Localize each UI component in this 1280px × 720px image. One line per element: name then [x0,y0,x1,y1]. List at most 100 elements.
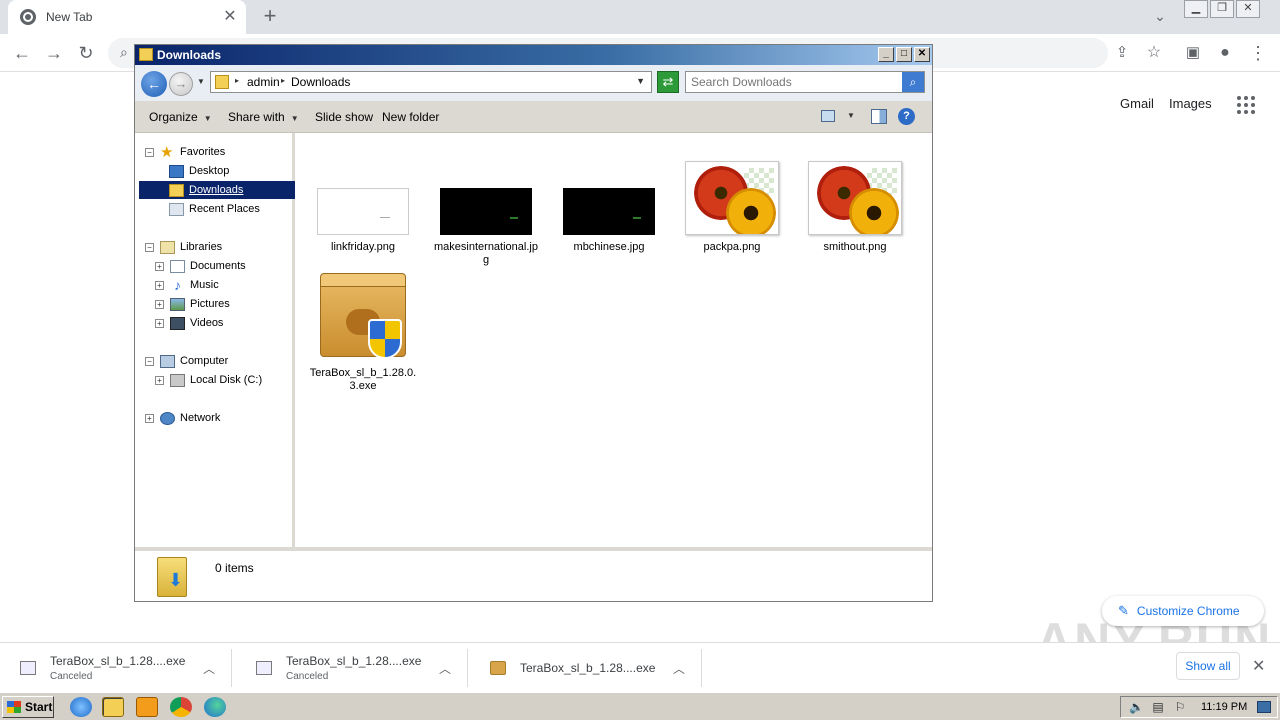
tree-label: Network [180,412,221,424]
clock[interactable]: 11:19 PM [1201,701,1247,713]
menu-kebab-icon[interactable]: ⋮ [1246,42,1270,64]
terabox-icon [490,661,506,675]
explorer-title-bar[interactable]: Downloads _ □ ✕ [135,45,932,65]
tree-item-music[interactable]: + ♪ Music [155,276,219,294]
view-dropdown-icon[interactable]: ▼ [847,111,855,120]
file-item[interactable]: packpa.png [677,161,787,254]
recent-locations-dropdown-icon[interactable]: ▼ [197,77,205,86]
file-item[interactable]: makesinternational.jpg [431,188,541,267]
windows-explorer-icon[interactable] [102,697,124,717]
downloads-folder-icon [157,557,187,597]
show-all-button[interactable]: Show all [1176,652,1240,680]
file-item[interactable]: TeraBox_sl_b_1.28.0.3.exe [308,273,418,393]
chevron-up-icon[interactable]: ︿ [435,660,455,677]
windows-taskbar: Start 🔈 ▤ ⚐ 11:19 PM [0,692,1280,720]
new-tab-button[interactable]: + [258,5,282,29]
explorer-minimize-button[interactable]: _ [878,47,894,62]
tree-item-network[interactable]: + Network [145,409,220,427]
back-button[interactable]: ← [141,71,167,97]
forward-button[interactable]: → [169,72,193,96]
tree-item-pictures[interactable]: + Pictures [155,295,230,313]
share-with-label: Share with [228,110,285,124]
minimize-button[interactable]: ▁ [1184,0,1208,18]
tab-search-chevron-icon[interactable]: ⌄ [1150,8,1170,26]
volume-icon[interactable]: 🔈 [1129,700,1144,714]
reload-icon[interactable]: ↻ [74,42,98,64]
explorer-close-button[interactable]: ✕ [914,47,930,62]
breadcrumb-admin[interactable]: admin [247,75,280,89]
file-item[interactable]: linkfriday.png [308,188,418,254]
bookmark-star-icon[interactable]: ☆ [1142,42,1166,64]
tree-item-documents[interactable]: + Documents [155,257,246,275]
explorer-address-bar[interactable]: ▸ admin ▸ Downloads ▼ [210,71,652,93]
tab-new-tab[interactable]: New Tab ✕ [8,0,246,34]
refresh-icon[interactable]: ⇄ [657,71,679,93]
tree-item-libraries[interactable]: − Libraries [145,238,222,256]
edge-icon[interactable] [204,697,226,717]
download-item[interactable]: TeraBox_sl_b_1.28....exe Canceled ︿ [236,649,468,687]
expand-icon[interactable]: + [155,280,164,290]
download-item[interactable]: TeraBox_sl_b_1.28....exe ︿ [470,649,702,687]
preview-pane-icon[interactable] [871,109,887,124]
chevron-up-icon[interactable]: ︿ [199,660,219,677]
collapse-icon[interactable]: − [145,147,154,157]
restore-button[interactable]: ❐ [1210,0,1234,18]
customize-chrome-button[interactable]: ✎ Customize Chrome [1102,596,1264,626]
share-with-menu[interactable]: Share with ▼ [228,110,299,124]
expand-icon[interactable]: + [155,375,164,385]
search-downloads-input[interactable] [686,72,896,92]
explorer-nav-bar: ← → ▼ ▸ admin ▸ Downloads ▼ ⇄ ⌕ [135,65,932,101]
action-center-flag-icon[interactable]: ⚐ [1173,700,1187,714]
side-panel-icon[interactable]: ▣ [1181,42,1205,64]
expand-icon[interactable]: + [155,318,164,328]
forward-arrow-icon[interactable]: → [42,42,66,64]
internet-explorer-icon[interactable] [70,697,92,717]
expand-icon[interactable]: + [155,261,164,271]
organize-menu[interactable]: Organize ▼ [149,110,212,124]
share-icon[interactable]: ⇪ [1110,42,1134,64]
tree-item-favorites[interactable]: − ★ Favorites [145,143,225,161]
chrome-icon[interactable] [170,697,192,717]
dropdown-arrow-icon: ▼ [290,114,299,123]
help-icon[interactable]: ? [898,108,915,125]
tree-item-local-disk[interactable]: + Local Disk (C:) [155,371,262,389]
window-controls: ▁ ❐ ✕ [1182,0,1260,18]
media-player-icon[interactable] [136,697,158,717]
gmail-link[interactable]: Gmail [1120,96,1154,111]
dropdown-arrow-icon: ▼ [203,114,212,123]
slide-show-button[interactable]: Slide show [315,110,373,124]
flower-image-thumbnail [808,161,902,235]
new-folder-button[interactable]: New folder [382,110,439,124]
file-item[interactable]: mbchinese.jpg [554,188,664,254]
tree-item-desktop[interactable]: Desktop [169,162,229,180]
google-apps-icon[interactable] [1237,96,1255,114]
address-dropdown-icon[interactable]: ▼ [636,76,645,86]
close-shelf-icon[interactable]: ✕ [1252,656,1265,676]
search-icon[interactable]: ⌕ [902,72,924,92]
network-icon[interactable]: ▤ [1151,700,1165,714]
breadcrumb-downloads[interactable]: Downloads [291,75,350,89]
tab-close-button[interactable]: ✕ [220,7,240,27]
tree-item-recent-places[interactable]: Recent Places [169,200,260,218]
tree-item-computer[interactable]: − Computer [145,352,228,370]
explorer-maximize-button[interactable]: □ [896,47,912,62]
download-status: Canceled [286,671,329,682]
collapse-icon[interactable]: − [145,356,154,366]
tree-item-videos[interactable]: + Videos [155,314,223,332]
tree-item-downloads[interactable]: Downloads [139,181,295,199]
back-arrow-icon[interactable]: ← [10,42,34,64]
breadcrumb-arrow-icon[interactable]: ▸ [235,76,239,85]
show-desktop-icon[interactable] [1257,701,1272,713]
change-view-icon[interactable] [821,110,835,122]
images-link[interactable]: Images [1169,96,1212,111]
breadcrumb-arrow-icon[interactable]: ▸ [281,76,285,85]
expand-icon[interactable]: + [145,413,154,423]
file-item[interactable]: smithout.png [800,161,910,254]
collapse-icon[interactable]: − [145,242,154,252]
profile-avatar-icon[interactable]: ● [1213,42,1237,64]
download-item[interactable]: TeraBox_sl_b_1.28....exe Canceled ︿ [0,649,232,687]
chevron-up-icon[interactable]: ︿ [669,660,689,677]
expand-icon[interactable]: + [155,299,164,309]
start-button[interactable]: Start [2,696,54,718]
close-window-button[interactable]: ✕ [1236,0,1260,18]
